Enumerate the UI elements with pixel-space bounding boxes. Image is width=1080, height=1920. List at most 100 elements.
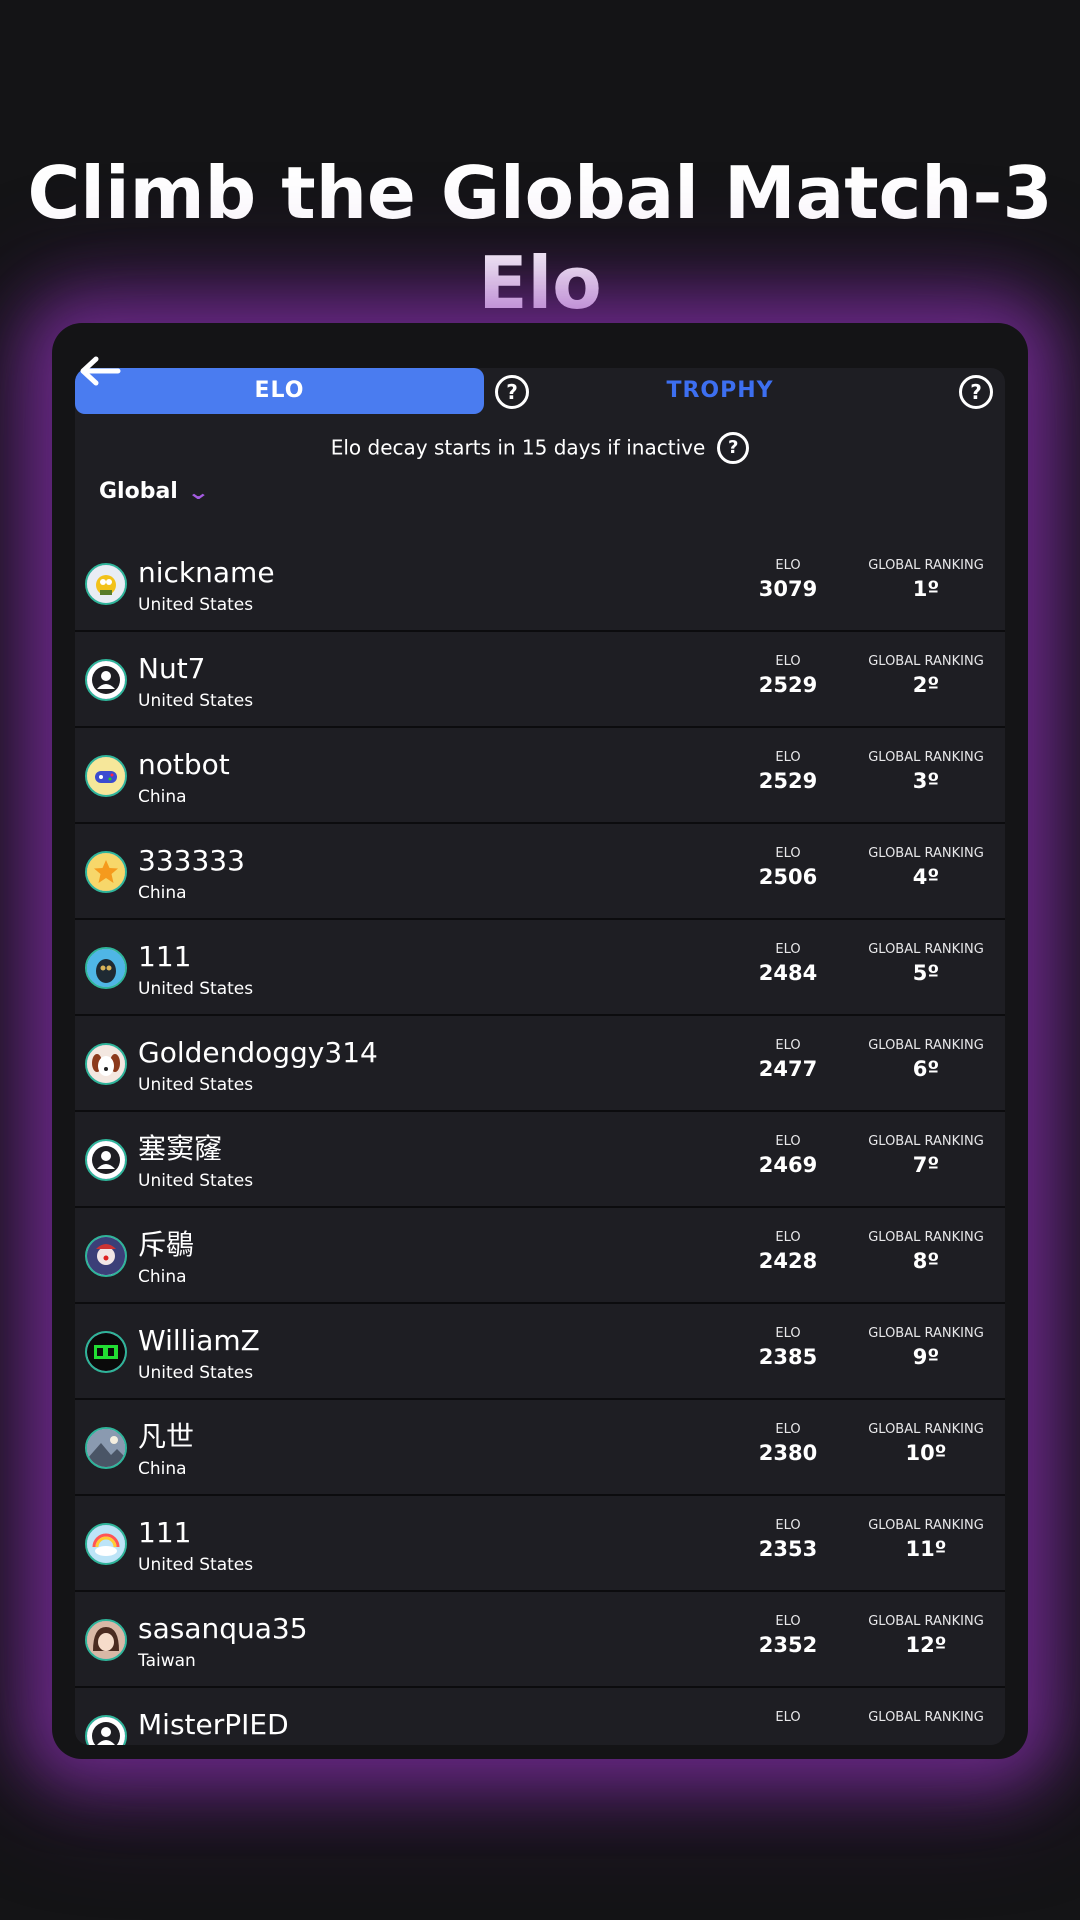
elo-value: 2529: [758, 769, 818, 793]
elo-value: 2477: [758, 1057, 818, 1081]
player-name: Nut7: [138, 652, 206, 685]
elo-label: ELO: [775, 1038, 801, 1053]
leaderboard-row[interactable]: 111 United States ELO 2353 GLOBAL RANKING 11º: [75, 1496, 1005, 1592]
star-avatar: [85, 851, 127, 893]
leaderboard-row[interactable]: Nut7 United States ELO 2529 GLOBAL RANKING 2º: [75, 632, 1005, 728]
leaderboard-row[interactable]: sasanqua35 Taiwan ELO 2352 GLOBAL RANKING 12º: [75, 1592, 1005, 1688]
ranking-value: 6º: [912, 1057, 940, 1081]
ranking-value: 1º: [912, 577, 940, 601]
elo-label: ELO: [775, 750, 801, 765]
ranking-label: GLOBAL RANKING: [868, 1230, 984, 1245]
player-country: United States: [138, 595, 254, 615]
player-country: China: [138, 1459, 187, 1479]
player-name: 111: [138, 940, 192, 973]
ranking-value: 7º: [912, 1153, 940, 1177]
default-user-avatar: [85, 1715, 127, 1745]
elo-label: ELO: [775, 1518, 801, 1533]
gamepad-avatar: [85, 755, 127, 797]
leaderboard-list: nickname United States ELO 3079 GLOBAL RANKI…: [75, 536, 1005, 1745]
ranking-label: GLOBAL RANKING: [868, 654, 984, 669]
player-country: United States: [138, 979, 254, 999]
cartoon-character-avatar: [85, 563, 127, 605]
region-label: Global: [99, 479, 178, 504]
elo-label: ELO: [775, 558, 801, 573]
player-name: 333333: [138, 844, 245, 877]
ranking-label: GLOBAL RANKING: [868, 846, 984, 861]
ranking-label: GLOBAL RANKING: [868, 1326, 984, 1341]
ranking-value: 3º: [912, 769, 940, 793]
player-country: United States: [138, 1555, 254, 1575]
tab-trophy[interactable]: TROPHY: [565, 368, 875, 414]
leaderboard-row[interactable]: WilliamZ United States ELO 2385 GLOBAL RANKI…: [75, 1304, 1005, 1400]
leaderboard-row[interactable]: 111 United States ELO 2484 GLOBAL RANKING 5º: [75, 920, 1005, 1016]
page-headline: Climb the Global Match-3 Elo: [27, 151, 1053, 325]
ranking-value: 8º: [912, 1249, 940, 1273]
leaderboard-row[interactable]: MisterPIED ELO GLOBAL RANKING: [75, 1688, 1005, 1745]
elo-value: 2469: [758, 1153, 818, 1177]
elo-label: ELO: [775, 1230, 801, 1245]
ranking-label: GLOBAL RANKING: [868, 1614, 984, 1629]
player-name: 111: [138, 1516, 192, 1549]
player-country: Taiwan: [138, 1651, 196, 1671]
leaderboard-row[interactable]: 塞窦窿 United States ELO 2469 GLOBAL RANKING 7º: [75, 1112, 1005, 1208]
ranking-value: 5º: [912, 961, 940, 985]
player-name: 凡世: [138, 1420, 195, 1453]
region-dropdown[interactable]: Global ⌄: [99, 479, 210, 511]
player-name: sasanqua35: [138, 1612, 308, 1645]
leaderboard-row[interactable]: nickname United States ELO 3079 GLOBAL RANKI…: [75, 536, 1005, 632]
anime-girl-avatar: [85, 1619, 127, 1661]
back-arrow-icon[interactable]: [78, 354, 122, 388]
elo-value: 2529: [758, 673, 818, 697]
player-country: China: [138, 883, 187, 903]
player-country: China: [138, 787, 187, 807]
ranking-value: 9º: [912, 1345, 940, 1369]
player-country: United States: [138, 1075, 254, 1095]
elo-label: ELO: [775, 1134, 801, 1149]
elo-value: 2380: [758, 1441, 818, 1465]
ranking-label: GLOBAL RANKING: [868, 750, 984, 765]
leaderboard-row[interactable]: 斥鶡 China ELO 2428 GLOBAL RANKING 8º: [75, 1208, 1005, 1304]
ranking-value: 12º: [905, 1633, 947, 1657]
elo-label: ELO: [775, 1614, 801, 1629]
elo-value: 2353: [758, 1537, 818, 1561]
elo-label: ELO: [775, 1422, 801, 1437]
ranking-label: GLOBAL RANKING: [868, 1710, 984, 1725]
ranking-value: 11º: [905, 1537, 947, 1561]
elo-value: 3079: [758, 577, 818, 601]
player-name: nickname: [138, 556, 275, 589]
decay-help-icon[interactable]: ?: [717, 431, 750, 464]
penguin-avatar: [85, 947, 127, 989]
landscape-avatar: [85, 1427, 127, 1469]
elo-help-icon[interactable]: ?: [495, 375, 529, 409]
leaderboard-row[interactable]: Goldendoggy314 United States ELO 2477 GLOBAL…: [75, 1016, 1005, 1112]
leaderboard-row[interactable]: 333333 China ELO 2506 GLOBAL RANKING 4º: [75, 824, 1005, 920]
ranking-label: GLOBAL RANKING: [868, 1422, 984, 1437]
green-text-avatar: [85, 1331, 127, 1373]
ranking-value: 4º: [912, 865, 940, 889]
decay-text: Elo decay starts in 15 days if inactive: [330, 435, 706, 460]
elo-value: 2385: [758, 1345, 818, 1369]
elo-label: ELO: [775, 654, 801, 669]
player-name: 塞窦窿: [138, 1132, 223, 1165]
ranking-label: GLOBAL RANKING: [868, 1518, 984, 1533]
leaderboard-row[interactable]: notbot China ELO 2529 GLOBAL RANKING 3º: [75, 728, 1005, 824]
clown-avatar: [85, 1235, 127, 1277]
ranking-label: GLOBAL RANKING: [868, 1038, 984, 1053]
elo-label: ELO: [775, 1710, 801, 1725]
ranking-label: GLOBAL RANKING: [868, 558, 984, 573]
ranking-label: GLOBAL RANKING: [868, 1134, 984, 1149]
ranking-value: 10º: [905, 1441, 947, 1465]
player-name: Goldendoggy314: [138, 1036, 378, 1069]
player-name: WilliamZ: [138, 1324, 260, 1357]
tab-elo[interactable]: ELO: [75, 368, 484, 414]
default-user-avatar: [85, 1139, 127, 1181]
elo-label: ELO: [775, 1326, 801, 1341]
player-name: 斥鶡: [138, 1228, 195, 1261]
default-user-avatar: [85, 659, 127, 701]
elo-value: 2484: [758, 961, 818, 985]
leaderboard-row[interactable]: 凡世 China ELO 2380 GLOBAL RANKING 10º: [75, 1400, 1005, 1496]
trophy-help-icon[interactable]: ?: [959, 375, 993, 409]
player-name: notbot: [138, 748, 230, 781]
leaderboard-card: ELO ? TROPHY ? Elo decay starts in 15 da…: [75, 368, 1005, 1745]
elo-value: 2352: [758, 1633, 818, 1657]
